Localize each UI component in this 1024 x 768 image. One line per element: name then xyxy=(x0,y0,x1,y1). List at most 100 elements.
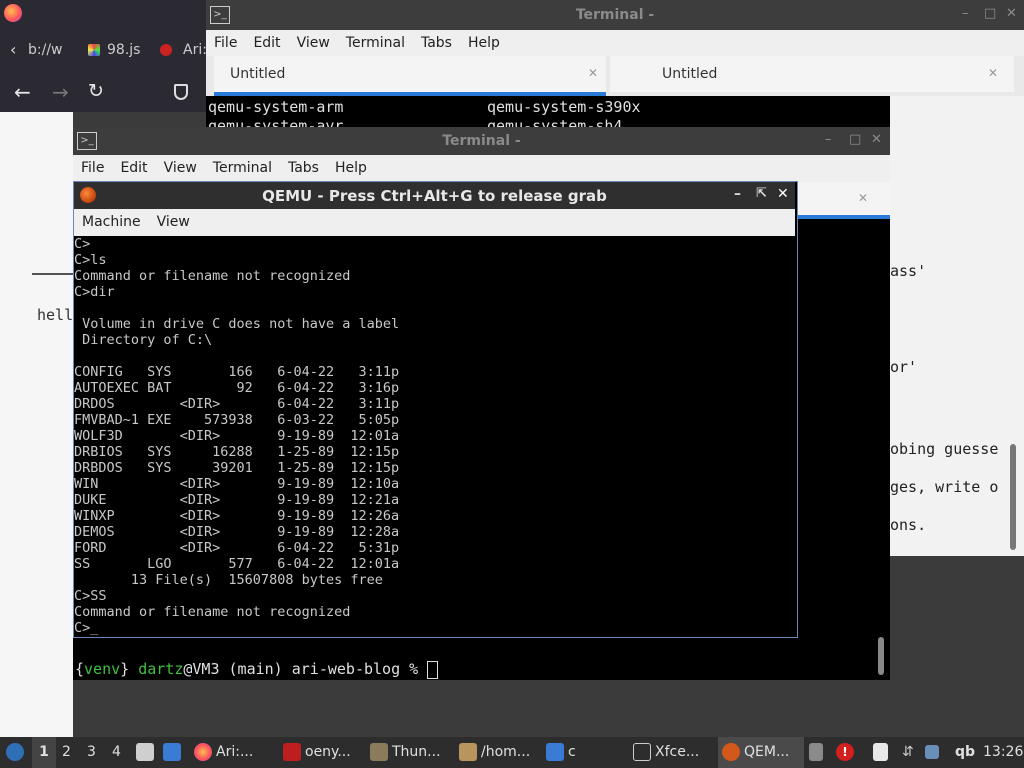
tab-scroll-left-icon[interactable]: ‹ xyxy=(10,40,16,59)
menu-file[interactable]: File xyxy=(81,155,104,182)
console-line: WIN <DIR> 9-19-89 12:10a xyxy=(74,476,400,492)
menu-help[interactable]: Help xyxy=(335,155,367,182)
panel-text: obing guesse xyxy=(890,440,999,458)
scrollbar-thumb[interactable] xyxy=(878,637,884,675)
menu-edit[interactable]: Edit xyxy=(120,155,147,182)
tab-close-icon[interactable]: ✕ xyxy=(588,66,598,80)
window-title: Terminal - xyxy=(442,133,521,149)
tab-close-icon[interactable]: ✕ xyxy=(988,66,998,80)
close-icon[interactable]: ✕ xyxy=(777,186,789,202)
maximize-icon[interactable]: □ xyxy=(984,6,996,21)
firefox-icon xyxy=(194,743,212,761)
panel-text: ges, write o xyxy=(890,478,999,496)
forward-icon[interactable]: → xyxy=(52,80,69,104)
minimize-icon[interactable]: – xyxy=(962,6,969,21)
terminal-icon xyxy=(633,743,651,761)
menu-terminal[interactable]: Terminal xyxy=(213,155,272,182)
minimize-icon[interactable]: – xyxy=(734,186,741,202)
taskbar-item-terminal[interactable]: Xfce... xyxy=(633,737,699,768)
clock[interactable]: 13:26 xyxy=(983,737,1023,768)
menu-edit[interactable]: Edit xyxy=(253,30,280,56)
page-text: hell xyxy=(37,306,74,324)
window-titlebar[interactable]: QEMU - Press Ctrl+Alt+G to release grab … xyxy=(74,182,795,209)
taskbar-item-qemu[interactable]: QEM... xyxy=(718,737,804,768)
back-icon[interactable]: ← xyxy=(14,80,31,104)
workspace-2[interactable]: 2 xyxy=(62,737,71,768)
window-titlebar[interactable]: >_ Terminal - – □ ✕ xyxy=(73,127,890,155)
console-line: AUTOEXEC BAT 92 6-04-22 3:16p xyxy=(74,380,400,396)
page-divider xyxy=(32,273,73,275)
tab-untitled-1[interactable]: Untitled ✕ xyxy=(214,56,606,96)
shell-prompt: {venv} dartz@VM3 (main) ari-web-blog % xyxy=(75,660,439,679)
menu-tabs[interactable]: Tabs xyxy=(421,30,452,56)
browser-tab[interactable]: b://w xyxy=(28,42,63,58)
tab-favicon-icon xyxy=(160,44,172,56)
menu-help[interactable]: Help xyxy=(468,30,500,56)
prompt-brace: { xyxy=(75,660,85,678)
cursor xyxy=(427,660,439,679)
tab-bar: Untitled ✕ Untitled ✕ xyxy=(206,56,1024,96)
panel-text: ons. xyxy=(890,516,927,534)
clipboard-icon[interactable] xyxy=(873,737,892,768)
tab-favicon-icon xyxy=(88,44,100,56)
browser-tab[interactable]: Ari: xyxy=(183,42,207,58)
whisker-menu-icon[interactable] xyxy=(6,737,28,768)
archive-icon xyxy=(459,743,477,761)
taskbar-item-filezilla[interactable]: oeny... xyxy=(283,737,351,768)
console-line: WINXP <DIR> 9-19-89 12:26a xyxy=(74,508,400,524)
alert-icon[interactable]: ! xyxy=(836,737,858,768)
taskbar-item-firefox[interactable]: Ari:... xyxy=(194,737,253,768)
show-desktop-icon[interactable] xyxy=(163,737,185,768)
console-line: Volume in drive C does not have a label xyxy=(74,316,400,332)
close-icon[interactable]: ✕ xyxy=(1006,6,1017,21)
tab-untitled-2[interactable]: Untitled ✕ xyxy=(610,56,1014,92)
browser-tab[interactable]: 98.js xyxy=(107,42,140,58)
firefox-icon[interactable] xyxy=(4,4,22,22)
taskbar-item-c[interactable]: c xyxy=(546,737,576,768)
workspace-4[interactable]: 4 xyxy=(112,737,121,768)
console-line: FMVBAD~1 EXE 573938 6-03-22 5:05p xyxy=(74,412,400,428)
power-manager-icon[interactable] xyxy=(809,737,827,768)
tab-label: Untitled xyxy=(662,66,718,82)
taskbar-item-home[interactable]: /hom... xyxy=(459,737,530,768)
close-icon[interactable]: ✕ xyxy=(871,132,882,147)
browser-page: hell xyxy=(0,112,73,737)
reload-icon[interactable]: ↻ xyxy=(88,80,104,102)
console-line: C> xyxy=(74,236,91,252)
scrollbar-thumb[interactable] xyxy=(1010,444,1016,550)
dos-console[interactable]: C> C>ls Command or filename not recognized… xyxy=(74,236,795,636)
file-manager-launcher-icon[interactable] xyxy=(136,737,158,768)
workspace-3[interactable]: 3 xyxy=(87,737,96,768)
tracking-shield-icon[interactable] xyxy=(174,84,188,100)
menu-tabs[interactable]: Tabs xyxy=(288,155,319,182)
menu-view[interactable]: View xyxy=(157,209,190,236)
folder-icon xyxy=(370,743,388,761)
console-line: DRBDOS SYS 39201 1-25-89 12:15p xyxy=(74,460,400,476)
console-line: CONFIG SYS 166 6-04-22 3:11p xyxy=(74,364,400,380)
browser-toolbar: ‹ b://w 98.js Ari: ← → ↻ xyxy=(0,0,207,112)
menu-view[interactable]: View xyxy=(297,30,330,56)
menu-bar: Machine View xyxy=(74,209,795,236)
tray-qb[interactable]: qb xyxy=(955,737,975,768)
maximize-icon[interactable]: □ xyxy=(849,132,861,147)
minimize-icon[interactable]: – xyxy=(825,132,832,147)
console-line: C>SS xyxy=(74,588,107,604)
menu-terminal[interactable]: Terminal xyxy=(346,30,405,56)
qemu-icon xyxy=(722,743,740,761)
console-line: Command or filename not recognized xyxy=(74,604,351,620)
maximize-icon[interactable]: ⇱ xyxy=(756,186,767,201)
notification-icon[interactable] xyxy=(925,737,943,768)
taskbar-item-thunar[interactable]: Thun... xyxy=(370,737,441,768)
network-icon[interactable]: ⇵ xyxy=(902,737,914,768)
prompt-brace: } xyxy=(120,660,130,678)
workspace-1[interactable]: 1 xyxy=(32,737,56,768)
window-titlebar[interactable]: >_ Terminal - – □ ✕ xyxy=(206,0,1024,30)
menu-machine[interactable]: Machine xyxy=(82,209,141,236)
panel-text: or' xyxy=(890,358,918,376)
tab-close-icon[interactable]: ✕ xyxy=(858,191,868,205)
menu-view[interactable]: View xyxy=(164,155,197,182)
terminal-line: qemu-system-s390x xyxy=(487,98,641,116)
menu-file[interactable]: File xyxy=(214,30,237,56)
prompt-user: dartz xyxy=(138,660,184,678)
